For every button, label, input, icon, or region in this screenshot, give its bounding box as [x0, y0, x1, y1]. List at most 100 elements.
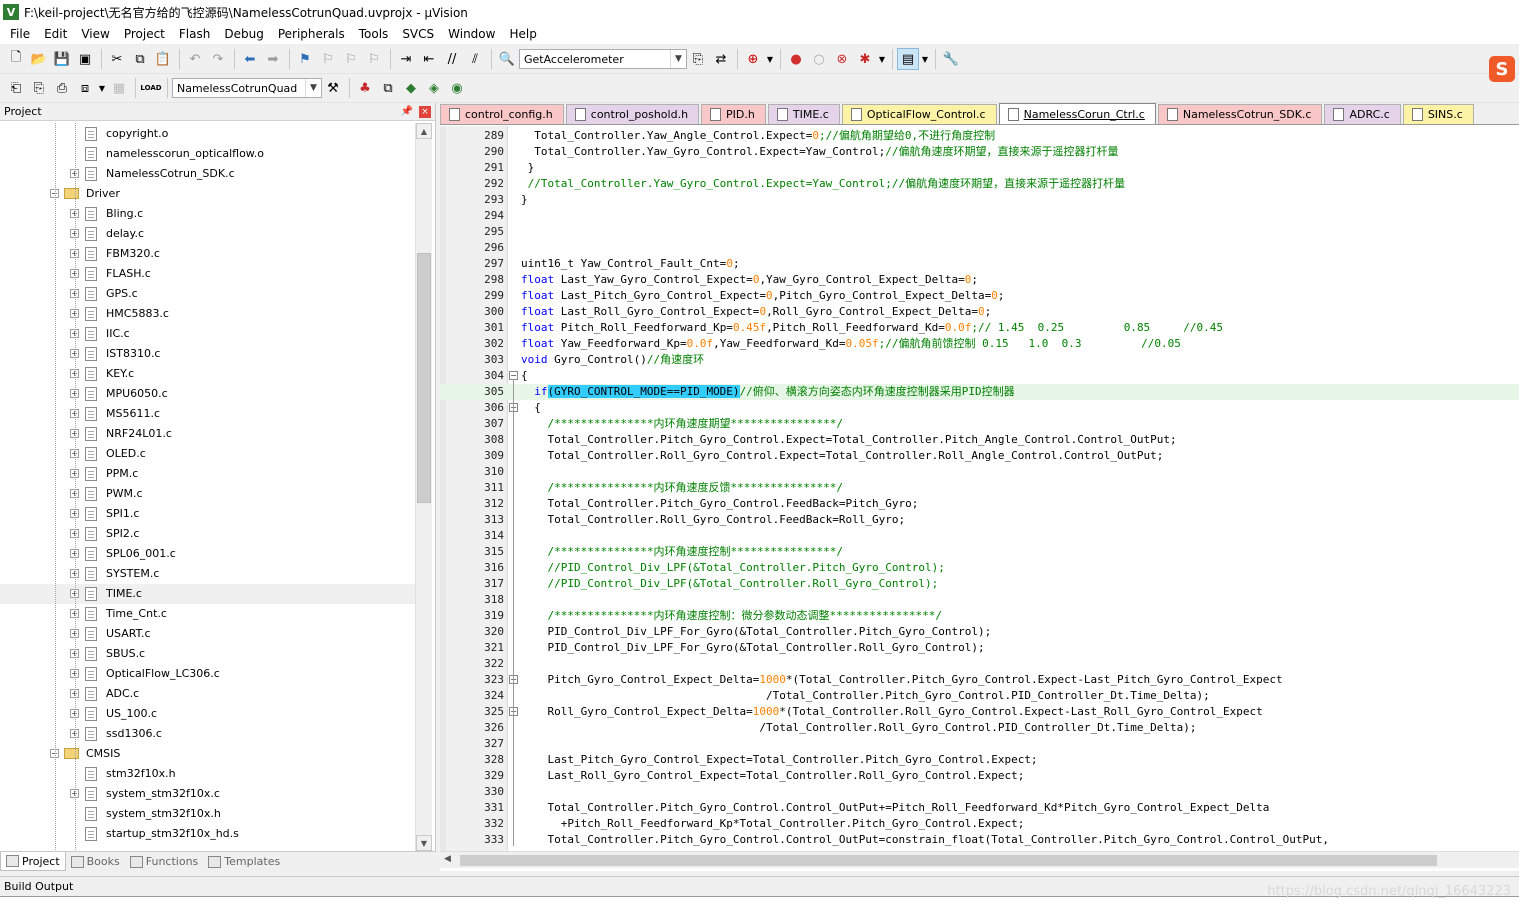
code-line[interactable]: 297 uint16_t Yaw_Control_Fault_Cnt=0; [440, 256, 1519, 272]
tree-item-opticalflow-lc306-c[interactable]: + OpticalFlow_LC306.c [0, 664, 415, 684]
tree-item-cmsis[interactable]: − CMSIS [0, 744, 415, 764]
chevron-down-icon[interactable]: ▼ [305, 79, 321, 97]
undo-icon[interactable]: ↶ [184, 48, 206, 70]
tree-item-sbus-c[interactable]: + SBUS.c [0, 644, 415, 664]
tree-item-stm32f10x-h[interactable]: stm32f10x.h [0, 764, 415, 784]
find-in-files-icon[interactable]: 🔍 [496, 48, 518, 70]
save-all-icon[interactable]: ▣ [74, 48, 96, 70]
editor-tab-opticalflow-control-c[interactable]: OpticalFlow_Control.c [841, 104, 997, 124]
code-line[interactable]: 312 Total_Controller.Pitch_Gyro_Control.… [440, 496, 1519, 512]
scroll-left-icon[interactable]: ◀ [444, 854, 451, 864]
save-icon[interactable]: 💾 [51, 48, 73, 70]
incremental-find-icon[interactable]: ⎘ [687, 48, 709, 70]
indent-icon[interactable]: ⇥ [395, 48, 417, 70]
code-line[interactable]: 307 /***************内环角速度期望*************… [440, 416, 1519, 432]
code-line[interactable]: 304−{ [440, 368, 1519, 384]
tree-item-oled-c[interactable]: + OLED.c [0, 444, 415, 464]
disable-breakpoint-icon[interactable]: ○ [808, 48, 830, 70]
unindent-icon[interactable]: ⇤ [418, 48, 440, 70]
code-line[interactable]: 302 float Yaw_Feedforward_Kp=0.0f,Yaw_Fee… [440, 336, 1519, 352]
tree-item-copyright-o[interactable]: copyright.o [0, 124, 415, 144]
code-line[interactable]: 328 Last_Pitch_Gyro_Control_Expect=Total… [440, 752, 1519, 768]
editor-tab-sins-c[interactable]: SINS.c [1402, 104, 1474, 124]
scrollbar-thumb[interactable] [417, 253, 431, 503]
tree-item-ppm-c[interactable]: + PPM.c [0, 464, 415, 484]
copy-icon[interactable]: ⧉ [129, 48, 151, 70]
code-line[interactable]: 308 Total_Controller.Pitch_Gyro_Control.… [440, 432, 1519, 448]
menu-window[interactable]: Window [441, 24, 502, 44]
bookmark-icon[interactable]: ⚑ [294, 48, 316, 70]
run-time-environment-icon[interactable]: ◉ [446, 77, 468, 99]
code-line[interactable]: 289 Total_Controller.Yaw_Angle_Control.E… [440, 128, 1519, 144]
tree-item-spi1-c[interactable]: + SPI1.c [0, 504, 415, 524]
code-line[interactable]: 311 /***************内环角速度反馈*************… [440, 480, 1519, 496]
scroll-down-icon[interactable]: ▼ [416, 835, 432, 851]
code-line[interactable]: 327 [440, 736, 1519, 752]
tree-item-gps-c[interactable]: + GPS.c [0, 284, 415, 304]
chevron-down-icon[interactable]: ▼ [920, 48, 930, 70]
tree-item-namelesscorun-opticalflow-o[interactable]: namelesscorun_opticalflow.o [0, 144, 415, 164]
code-line[interactable]: 313 Total_Controller.Roll_Gyro_Control.F… [440, 512, 1519, 528]
tree-item-delay-c[interactable]: + delay.c [0, 224, 415, 244]
cut-icon[interactable]: ✂ [106, 48, 128, 70]
chevron-down-icon[interactable]: ▼ [765, 48, 775, 70]
menu-project[interactable]: Project [117, 24, 172, 44]
tree-item-nrf24l01-c[interactable]: + NRF24L01.c [0, 424, 415, 444]
kill-breakpoints-icon[interactable]: ⊗ [831, 48, 853, 70]
editor-tab-time-c[interactable]: TIME.c [767, 104, 840, 124]
code-line[interactable]: 296 [440, 240, 1519, 256]
tree-item-mpu6050-c[interactable]: + MPU6050.c [0, 384, 415, 404]
target-combo[interactable]: NamelessCotrunQuad ▼ [172, 78, 322, 98]
code-line[interactable]: 315 /***************内环角速度控制*************… [440, 544, 1519, 560]
code-line[interactable]: 321 PID_Control_Div_LPF_For_Gyro(&Total_… [440, 640, 1519, 656]
chevron-down-icon[interactable]: ▼ [670, 50, 686, 68]
tree-item-time-cnt-c[interactable]: + Time_Cnt.c [0, 604, 415, 624]
next-bookmark-icon[interactable]: ⚐ [340, 48, 362, 70]
prev-bookmark-icon[interactable]: ⚐ [317, 48, 339, 70]
nav-back-icon[interactable]: ⬅ [239, 48, 261, 70]
tree-item-spl06-001-c[interactable]: + SPL06_001.c [0, 544, 415, 564]
menu-help[interactable]: Help [502, 24, 543, 44]
menu-flash[interactable]: Flash [172, 24, 217, 44]
close-icon[interactable]: × [419, 105, 431, 118]
comment-icon[interactable]: // [441, 48, 463, 70]
code-line[interactable]: 329 Last_Roll_Gyro_Control_Expect=Total_… [440, 768, 1519, 784]
tree-item-time-c[interactable]: + TIME.c [0, 584, 415, 604]
select-software-packs-icon[interactable]: ◆ [400, 77, 422, 99]
chevron-down-icon[interactable]: ▼ [877, 48, 887, 70]
code-line[interactable]: 303 void Gyro_Control()//角速度环 [440, 352, 1519, 368]
tree-item-us-100-c[interactable]: + US_100.c [0, 704, 415, 724]
open-folder-icon[interactable]: 📂 [28, 48, 50, 70]
code-line[interactable]: 310 [440, 464, 1519, 480]
translate-icon[interactable]: ⎗ [5, 77, 27, 99]
stop-build-icon[interactable]: ▦ [108, 77, 130, 99]
sogou-ime-icon[interactable]: S [1489, 56, 1515, 82]
code-line[interactable]: 299 float Last_Pitch_Gyro_Control_Expect=… [440, 288, 1519, 304]
replace-icon[interactable]: ⇄ [710, 48, 732, 70]
tab-project[interactable]: Project [0, 852, 66, 871]
editor-tab-pid-h[interactable]: PID.h [701, 104, 766, 124]
scrollbar-thumb[interactable] [460, 855, 1437, 866]
new-file-icon[interactable]: 🗋 [5, 48, 27, 70]
tree-item-iic-c[interactable]: + IIC.c [0, 324, 415, 344]
code-line[interactable]: 318 [440, 592, 1519, 608]
tree-item-key-c[interactable]: + KEY.c [0, 364, 415, 384]
menu-tools[interactable]: Tools [352, 24, 396, 44]
tree-item-system-stm32f10x-h[interactable]: system_stm32f10x.h [0, 804, 415, 824]
tree-item-namelesscotrun-sdk-c[interactable]: + NamelessCotrun_SDK.c [0, 164, 415, 184]
scroll-up-icon[interactable]: ▲ [416, 123, 432, 139]
code-line[interactable]: 294 [440, 208, 1519, 224]
menu-edit[interactable]: Edit [37, 24, 74, 44]
tree-item-fbm320-c[interactable]: + FBM320.c [0, 244, 415, 264]
code-line[interactable]: 298 float Last_Yaw_Gyro_Control_Expect=0,… [440, 272, 1519, 288]
code-line[interactable]: 332 +Pitch_Roll_Feedforward_Kp*Total_Con… [440, 816, 1519, 832]
code-line[interactable]: 291 } [440, 160, 1519, 176]
code-line[interactable]: 293} [440, 192, 1519, 208]
tree-item-ms5611-c[interactable]: + MS5611.c [0, 404, 415, 424]
redo-icon[interactable]: ↷ [207, 48, 229, 70]
tree-item-system-stm32f10x-c[interactable]: + system_stm32f10x.c [0, 784, 415, 804]
tree-item-usart-c[interactable]: + USART.c [0, 624, 415, 644]
code-line[interactable]: 295 [440, 224, 1519, 240]
editor-tab-namelesscotrun-sdk-c[interactable]: NamelessCotrun_SDK.c [1157, 104, 1323, 124]
code-line[interactable]: 320 PID_Control_Div_LPF_For_Gyro(&Total_… [440, 624, 1519, 640]
